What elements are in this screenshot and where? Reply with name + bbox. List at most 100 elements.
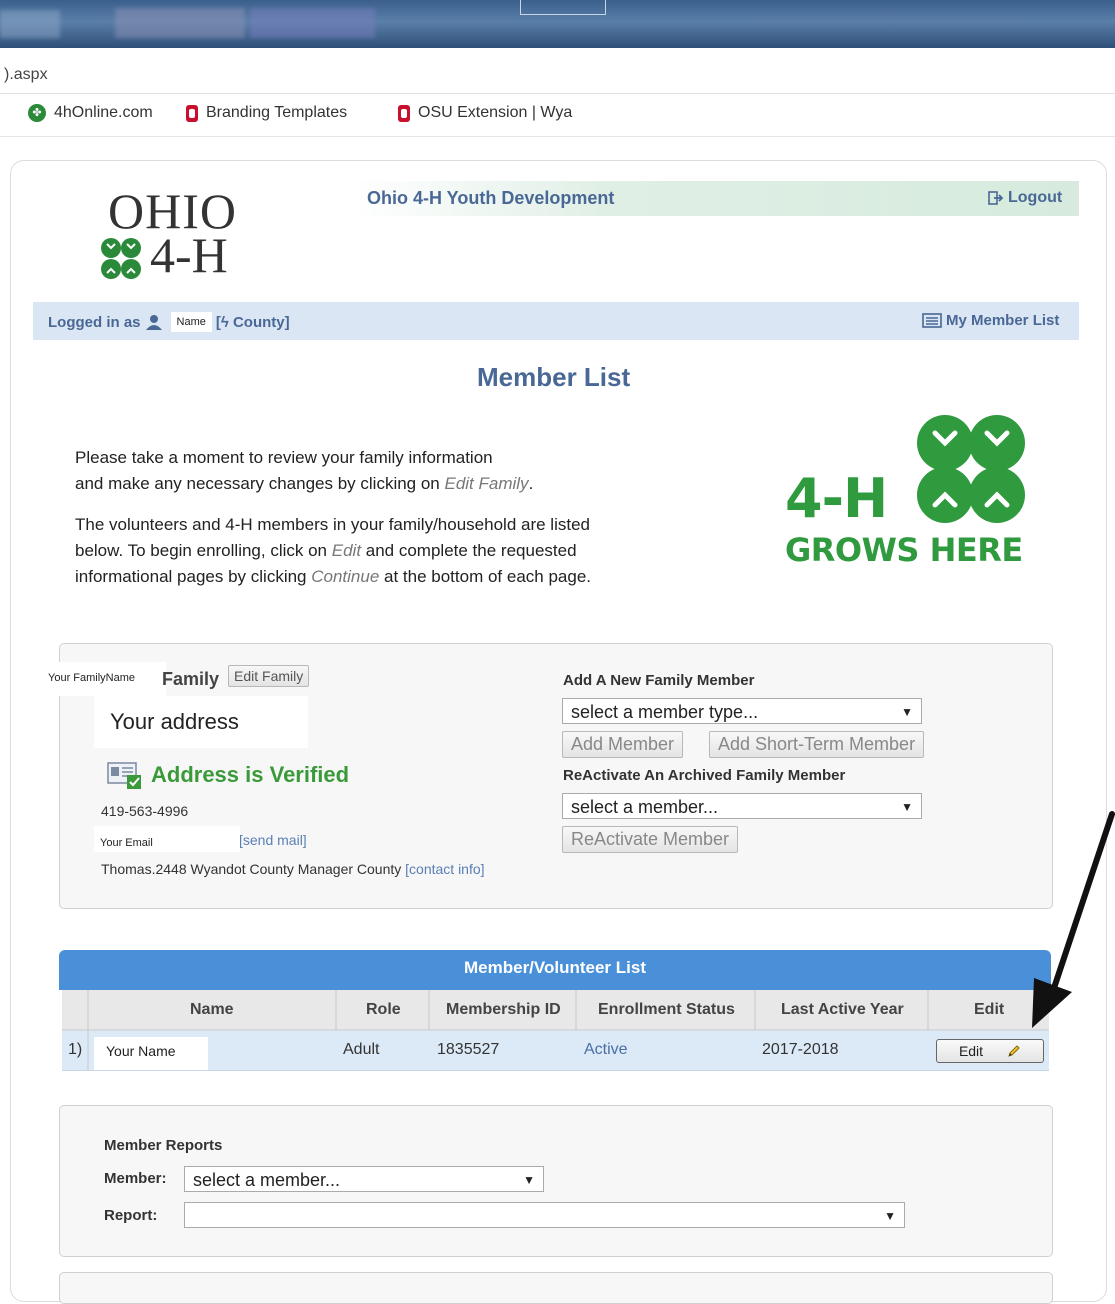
logout-icon <box>988 191 1004 205</box>
column-header-last-active-year[interactable]: Last Active Year <box>781 1001 904 1019</box>
edit-member-button[interactable]: Edit <box>936 1039 1044 1063</box>
family-address: Your address <box>94 696 308 748</box>
add-short-term-member-button[interactable]: Add Short-Term Member <box>709 731 925 758</box>
last-active-year: 2017-2018 <box>762 1041 839 1058</box>
browser-tab[interactable] <box>0 10 60 38</box>
manager-text: Thomas.2448 Wyandot County Manager Count… <box>101 861 406 877</box>
member-reports-heading: Member Reports <box>104 1137 223 1154</box>
logout-link[interactable]: Logout <box>988 189 1062 207</box>
family-email: Your Email <box>94 826 240 852</box>
my-member-list-link[interactable]: My Member List <box>922 312 1059 329</box>
logout-label: Logout <box>1008 189 1063 206</box>
logo-4h-text: 4-H <box>150 227 228 283</box>
county-manager-info: Thomas.2448 Wyandot County Manager Count… <box>101 861 485 877</box>
verified-label: Address is Verified <box>151 762 350 787</box>
enrollment-status: Active <box>584 1041 628 1058</box>
family-name: Your FamilyName <box>42 662 166 696</box>
reactivate-member-button[interactable]: ReActivate Member <box>562 826 739 853</box>
edit-family-button[interactable]: Edit Family <box>228 665 310 687</box>
user-name: Name <box>170 312 212 332</box>
continue-ref: Continue <box>311 567 380 586</box>
family-label: Family <box>162 669 220 689</box>
intro-paragraph-2: The volunteers and 4-H members in your f… <box>75 512 591 590</box>
county-link[interactable]: [ϟ County] <box>216 314 290 331</box>
dropdown-arrow-icon: ▼ <box>901 800 913 814</box>
grows-here-text: GROWS HERE <box>785 531 1023 569</box>
dropdown-arrow-icon: ▼ <box>901 705 913 719</box>
my-member-list-label: My Member List <box>946 312 1060 329</box>
member-id: 1835527 <box>437 1041 500 1058</box>
grows-here-logo: 4-H GROWS HERE <box>785 405 1045 575</box>
intro-text: and make any necessary changes by clicki… <box>75 474 445 493</box>
archived-member-select[interactable]: select a member... ▼ <box>562 793 922 819</box>
member-table-title: Member/Volunteer List <box>464 958 646 977</box>
bookmark-4honline[interactable]: ✤ 4hOnline.com <box>28 104 153 122</box>
send-mail-link[interactable]: [send mail] <box>239 832 307 848</box>
list-icon <box>922 313 942 328</box>
pencil-icon <box>1008 1045 1020 1057</box>
report-label: Report: <box>104 1207 158 1224</box>
url-text[interactable]: ).aspx <box>4 66 48 84</box>
next-panel <box>59 1272 1053 1304</box>
intro-text: . <box>528 474 534 493</box>
address-verified-status: Address is Verified <box>107 760 349 790</box>
column-header-membership-id[interactable]: Membership ID <box>446 1001 561 1019</box>
clover-icon: ✤ <box>28 104 46 122</box>
logged-in-info: Logged in as Name [ϟ County] <box>48 312 290 332</box>
user-icon <box>145 315 162 330</box>
edit-family-ref: Edit Family <box>444 474 529 493</box>
row-index: 1) <box>68 1041 83 1058</box>
intro-line: informational pages by clicking Continue… <box>75 564 591 590</box>
grows-4h-text: 4-H <box>785 467 888 530</box>
osu-o-icon <box>186 104 198 122</box>
browser-tab-strip <box>0 0 1115 48</box>
add-family-member-heading: Add A New Family Member <box>563 672 755 689</box>
logged-in-label: Logged in as <box>48 313 141 331</box>
bookmark-label: 4hOnline.com <box>54 104 153 121</box>
bookmark-label: OSU Extension | Wya <box>418 104 573 121</box>
osu-o-icon <box>398 104 410 122</box>
window-control[interactable] <box>520 0 606 15</box>
dropdown-arrow-icon: ▼ <box>884 1209 896 1223</box>
intro-text: and complete the requested <box>361 541 577 560</box>
add-member-button[interactable]: Add Member <box>562 731 684 758</box>
dropdown-arrow-icon: ▼ <box>523 1173 535 1187</box>
intro-line: The volunteers and 4-H members in your f… <box>75 515 590 534</box>
page-title: Member List <box>477 362 631 392</box>
member-label: Member: <box>104 1170 167 1187</box>
clover-icon <box>101 238 141 279</box>
site-title: Ohio 4-H Youth Development <box>367 188 615 208</box>
edit-ref: Edit <box>331 541 362 560</box>
ohio-4h-logo[interactable]: OHIO 4-H <box>94 182 264 283</box>
contact-info-link[interactable]: [contact info] <box>405 861 484 877</box>
edit-button-label: Edit <box>958 1043 984 1059</box>
member-name: Your Name <box>94 1037 208 1070</box>
browser-tab[interactable] <box>250 8 375 38</box>
archived-member-select-value: select a member... <box>571 797 719 817</box>
column-header-name[interactable]: Name <box>190 1001 234 1019</box>
column-header-role[interactable]: Role <box>366 1001 401 1019</box>
member-type-select-value: select a member type... <box>571 702 759 722</box>
member-role: Adult <box>343 1041 380 1058</box>
bookmark-branding-templates[interactable]: Branding Templates <box>186 104 347 122</box>
intro-paragraph-1: Please take a moment to review your fami… <box>75 445 533 497</box>
report-select[interactable]: ▼ <box>184 1202 905 1228</box>
column-header-enrollment-status[interactable]: Enrollment Status <box>598 1001 735 1019</box>
annotation-arrow <box>1032 811 1115 1028</box>
report-member-select[interactable]: select a member... ▼ <box>184 1166 544 1192</box>
intro-text: informational pages by clicking <box>75 567 312 586</box>
column-header-edit: Edit <box>974 1001 1005 1018</box>
verified-card-icon <box>107 762 141 789</box>
family-phone: 419-563-4996 <box>101 803 189 819</box>
member-type-select[interactable]: select a member type... ▼ <box>562 698 922 724</box>
address-bar[interactable] <box>0 48 1115 94</box>
intro-line: Please take a moment to review your fami… <box>75 448 493 467</box>
intro-line: below. To begin enrolling, click on Edit… <box>75 538 591 564</box>
browser-tab[interactable] <box>115 8 245 38</box>
reactivate-heading: ReActivate An Archived Family Member <box>563 767 846 784</box>
bookmark-osu-extension[interactable]: OSU Extension | Wya <box>398 104 572 122</box>
intro-text: below. To begin enrolling, click on <box>75 541 332 560</box>
intro-text: at the bottom of each page. <box>379 567 591 586</box>
bookmark-label: Branding Templates <box>206 104 348 121</box>
intro-line: and make any necessary changes by clicki… <box>75 471 533 497</box>
